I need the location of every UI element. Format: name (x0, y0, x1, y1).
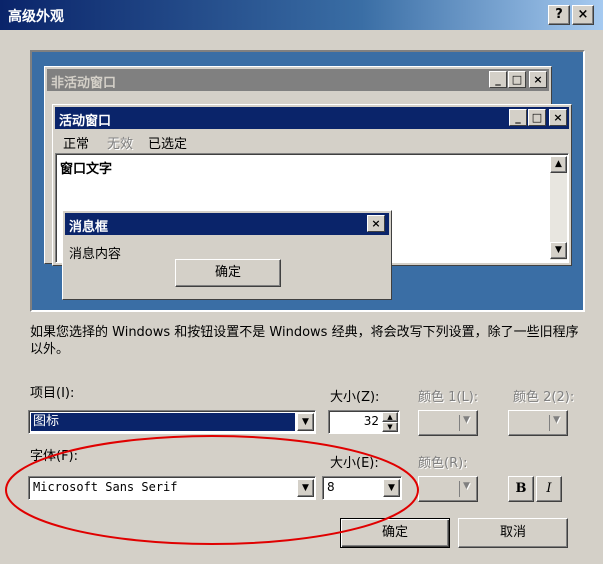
spin-down-icon[interactable]: ▼ (382, 422, 398, 432)
inactive-window-titlebar: 非活动窗口 _ □ × (47, 69, 549, 91)
color1-label: 颜色 1(L): (418, 390, 479, 405)
item-size-stepper[interactable]: 32 ▲ ▼ (328, 410, 400, 434)
picker-divider (459, 415, 460, 431)
bold-button[interactable]: B (508, 476, 534, 502)
item-size-value: 32 (363, 414, 379, 428)
chevron-down-icon: ▼ (463, 481, 470, 491)
message-box: 消息框 × 消息内容 确定 (62, 210, 392, 300)
preview-menubar: 正常 无效 已选定 (55, 131, 569, 152)
menu-item-selected: 已选定 (148, 137, 188, 152)
font-size-label: 大小(E): (330, 456, 379, 471)
picker-divider (459, 481, 460, 497)
font-color-picker[interactable]: ▼ (418, 476, 478, 502)
inactive-window-title: 非活动窗口 (51, 76, 117, 91)
font-size-select[interactable]: 8 ▼ (322, 476, 402, 500)
color1-picker[interactable]: ▼ (418, 410, 478, 436)
font-select-value: Microsoft Sans Serif (33, 480, 178, 494)
ok-button[interactable]: 确定 (340, 518, 450, 548)
message-box-ok-button: 确定 (175, 259, 281, 287)
font-size-value: 8 (327, 480, 335, 494)
maximize-icon: □ (528, 109, 546, 126)
close-icon: × (529, 71, 547, 88)
minimize-icon: _ (489, 71, 507, 88)
item-select-value: 图标 (31, 413, 295, 431)
item-label: 项目(I): (30, 386, 75, 401)
close-icon: × (367, 215, 385, 232)
description-text: 如果您选择的 Windows 和按钮设置不是 Windows 经典，将会改写下列… (30, 325, 579, 357)
active-window-title: 活动窗口 (59, 114, 112, 129)
message-box-titlebar: 消息框 × (65, 213, 389, 235)
item-select[interactable]: 图标 ▼ (28, 410, 316, 434)
dialog-title: 高级外观 (8, 9, 64, 25)
font-select[interactable]: Microsoft Sans Serif ▼ (28, 476, 316, 500)
scroll-down-icon: ▼ (550, 242, 567, 259)
message-box-text: 消息内容 (69, 247, 122, 262)
font-label: 字体(F): (30, 449, 79, 464)
menu-item-disabled: 无效 (107, 137, 134, 152)
advanced-appearance-dialog: 高级外观 ? × 非活动窗口 _ □ × 活动窗口 _ □ × 正常 无效 已选… (0, 0, 603, 564)
chevron-down-icon[interactable]: ▼ (297, 479, 314, 497)
maximize-icon: □ (508, 71, 526, 88)
close-icon: × (549, 109, 567, 126)
minimize-icon: _ (509, 109, 527, 126)
chevron-down-icon[interactable]: ▼ (297, 413, 314, 431)
color2-label: 颜色 2(2): (513, 390, 575, 405)
cancel-button[interactable]: 取消 (458, 518, 568, 548)
window-text: 窗口文字 (60, 162, 113, 177)
active-window-titlebar: 活动窗口 _ □ × (55, 107, 569, 129)
chevron-down-icon: ▼ (553, 415, 560, 425)
appearance-preview[interactable]: 非活动窗口 _ □ × 活动窗口 _ □ × 正常 无效 已选定 窗口文字 ▲ … (30, 50, 585, 312)
close-button[interactable]: × (572, 5, 594, 25)
dialog-titlebar: 高级外观 ? × (0, 0, 603, 30)
color2-picker[interactable]: ▼ (508, 410, 568, 436)
menu-item-normal: 正常 (63, 137, 90, 152)
italic-button[interactable]: I (536, 476, 562, 502)
item-size-label: 大小(Z): (330, 390, 380, 405)
chevron-down-icon: ▼ (463, 415, 470, 425)
font-color-label: 颜色(R): (418, 456, 468, 471)
help-button[interactable]: ? (548, 5, 570, 25)
spin-up-icon[interactable]: ▲ (382, 412, 398, 422)
preview-scrollbar: ▲ ▼ (550, 156, 567, 260)
scroll-up-icon: ▲ (550, 156, 567, 173)
message-box-title: 消息框 (69, 220, 109, 235)
picker-divider (549, 415, 550, 431)
chevron-down-icon[interactable]: ▼ (383, 479, 400, 497)
